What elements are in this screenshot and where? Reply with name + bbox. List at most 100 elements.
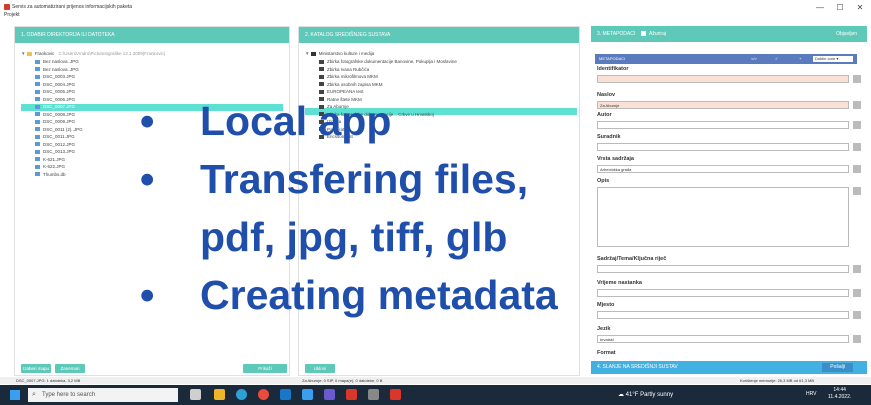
check-icon[interactable]: ✓ bbox=[775, 54, 778, 64]
close-button[interactable]: ✕ bbox=[850, 2, 870, 14]
bullet-1: • bbox=[140, 98, 155, 144]
add-field-button[interactable] bbox=[853, 143, 861, 151]
overlay-line4-text: Creating metadata bbox=[200, 272, 558, 318]
plus-icon[interactable]: + bbox=[799, 54, 801, 64]
image-file-icon bbox=[35, 82, 40, 87]
file-name: DSC_0011 (2)..JPG bbox=[43, 126, 83, 132]
file-item[interactable]: Bez naslova..JPG bbox=[35, 67, 79, 73]
izaberi-mapu-button[interactable]: Izaberi mapu bbox=[21, 364, 51, 373]
maximize-button[interactable]: ☐ bbox=[830, 2, 850, 14]
search-placeholder: Type here to search bbox=[42, 392, 96, 398]
weather[interactable]: ☁ 41°F Partly sunny bbox=[618, 391, 673, 398]
clock[interactable]: 14:44 11.4.2022. bbox=[828, 387, 851, 401]
add-field-button[interactable] bbox=[853, 335, 861, 343]
outlook-icon[interactable] bbox=[280, 389, 291, 400]
file-name: DSC_0003.JPG bbox=[43, 74, 76, 79]
schema-select[interactable]: Dublin core ▾ bbox=[813, 56, 853, 62]
field-input-suradnik[interactable] bbox=[597, 143, 849, 151]
field-input-jezik[interactable]: hrvatski bbox=[597, 335, 849, 343]
app-icon-2[interactable] bbox=[368, 389, 379, 400]
task-view-icon[interactable] bbox=[190, 389, 201, 400]
catalog-item[interactable]: Zbirka Ivana Rubčića bbox=[319, 67, 369, 73]
file-item[interactable]: Thumbs.db bbox=[35, 172, 66, 178]
objavljen-label[interactable]: Objavljen bbox=[836, 26, 857, 42]
field-input-vrsta[interactable]: Arheološka građa bbox=[597, 165, 849, 173]
weather-text: 41°F Partly sunny bbox=[625, 392, 674, 398]
file-item[interactable]: DSC_0013.JPG bbox=[35, 149, 75, 155]
field-input-mjesto[interactable] bbox=[597, 311, 849, 319]
tree-root[interactable]: ▼ Frankovic C:\Users\Andro\Pictures\graf… bbox=[21, 51, 165, 57]
minimize-button[interactable]: — bbox=[810, 2, 830, 14]
metadata-toolbar: METAPODACI </> ✓ + Dublin core ▾ bbox=[595, 54, 857, 64]
file-explorer-icon[interactable] bbox=[214, 389, 225, 400]
field-input-naslov[interactable]: Za Aburnje bbox=[597, 101, 849, 109]
ukloni-button[interactable]: Ukloni bbox=[305, 364, 335, 373]
image-file-icon bbox=[35, 74, 40, 79]
ie-icon[interactable] bbox=[302, 389, 313, 400]
overlay-text: • Local app • Transfering files, pdf, jpg,… bbox=[140, 92, 558, 324]
windows-start-icon[interactable] bbox=[10, 390, 20, 400]
file-item[interactable]: K-621.JPG bbox=[35, 157, 65, 163]
file-name: DSC_0004.JPG bbox=[43, 81, 76, 87]
file-name: DSC_0009.JPG bbox=[43, 119, 76, 124]
file-item[interactable]: DSC_0004.JPG bbox=[35, 82, 75, 88]
field-input-autor[interactable] bbox=[597, 121, 849, 129]
servis-app-icon[interactable] bbox=[390, 389, 401, 400]
chrome-icon[interactable] bbox=[258, 389, 269, 400]
field-input-opis[interactable] bbox=[597, 187, 849, 247]
add-field-button[interactable] bbox=[853, 101, 861, 109]
add-field-button[interactable] bbox=[853, 265, 861, 273]
taskbar-search[interactable]: ⌕ Type here to search bbox=[28, 388, 178, 402]
panel2-header: 2. KATALOG SREDIŠNJEG SUSTAVA bbox=[299, 27, 579, 43]
file-item[interactable]: DSC_0008.JPG bbox=[35, 112, 75, 118]
collection-icon bbox=[319, 67, 324, 72]
azuriraj-checkbox[interactable] bbox=[640, 31, 646, 37]
file-name: Thumbs.db bbox=[43, 171, 66, 177]
file-item[interactable]: DSC_0007.JPG bbox=[35, 104, 75, 110]
code-icon[interactable]: </> bbox=[751, 54, 757, 64]
file-item[interactable]: DSC_0011 (2)..JPG bbox=[35, 127, 83, 133]
field-input-nastanka[interactable] bbox=[597, 289, 849, 297]
file-item[interactable]: Bez naslova..JPG bbox=[35, 59, 79, 65]
file-item[interactable]: K-622.JPG bbox=[35, 164, 65, 170]
file-item[interactable]: DSC_0009.JPG bbox=[35, 119, 75, 125]
add-field-button[interactable] bbox=[853, 75, 861, 83]
add-field-button[interactable] bbox=[853, 289, 861, 297]
catalog-item[interactable]: Zbirka mikrofilmova MKM bbox=[319, 74, 378, 80]
add-field-button[interactable] bbox=[853, 187, 861, 195]
zanemari-button[interactable]: Zanemari bbox=[55, 364, 85, 373]
add-field-button[interactable] bbox=[853, 165, 861, 173]
catalog-item[interactable]: Zbirka osobnih zapisa MKM bbox=[319, 82, 383, 88]
field-value-jezik: hrvatski bbox=[600, 337, 614, 342]
file-item[interactable]: DSC_0006.JPG bbox=[35, 97, 75, 103]
file-item[interactable]: DSC_0011.JPG bbox=[35, 134, 75, 140]
menu-projekt[interactable]: Projekt bbox=[4, 12, 20, 18]
panel-metadata: 3. METAPODACI Ažuriraj Objavljen METAPOD… bbox=[591, 26, 867, 376]
prikazi-button[interactable]: Prikaži bbox=[243, 364, 287, 373]
institution-icon bbox=[310, 51, 316, 56]
teams-icon[interactable] bbox=[324, 389, 335, 400]
add-field-button[interactable] bbox=[853, 311, 861, 319]
posalji-button[interactable]: Pošalji bbox=[822, 363, 853, 372]
file-name: Bez naslova..JPG bbox=[43, 66, 79, 72]
image-file-icon bbox=[35, 59, 40, 64]
overlay-line1: • Local app bbox=[140, 92, 558, 150]
catalog-root[interactable]: ▼ Ministarstvo kulture i medija bbox=[305, 51, 374, 57]
file-item[interactable]: DSC_0012.JPG bbox=[35, 142, 75, 148]
add-field-button[interactable] bbox=[853, 121, 861, 129]
root-path: C:\Users\Andro\Pictures\grafike 13.1.200… bbox=[58, 51, 166, 56]
clock-date: 11.4.2022. bbox=[828, 394, 852, 400]
panel1-header: 1. ODABIR DIREKTORIJA ILI DATOTEKA bbox=[15, 27, 289, 43]
edge-icon[interactable] bbox=[236, 389, 247, 400]
file-name: DSC_0005.JPG bbox=[43, 89, 76, 94]
overlay-line2-text: Transfering files, bbox=[200, 156, 529, 202]
language-indicator[interactable]: HRV bbox=[806, 391, 816, 397]
field-input-identifikator[interactable] bbox=[597, 75, 849, 83]
pdf-icon[interactable] bbox=[346, 389, 357, 400]
field-label-autor: Autor bbox=[597, 112, 612, 118]
overlay-line2: • Transfering files, bbox=[140, 150, 558, 208]
file-item[interactable]: DSC_0003.JPG bbox=[35, 74, 75, 80]
field-input-sadrzaj[interactable] bbox=[597, 265, 849, 273]
file-item[interactable]: DSC_0005.JPG bbox=[35, 89, 75, 95]
catalog-item[interactable]: Zbirka fotografske dokumentacije Banovin… bbox=[319, 59, 457, 65]
